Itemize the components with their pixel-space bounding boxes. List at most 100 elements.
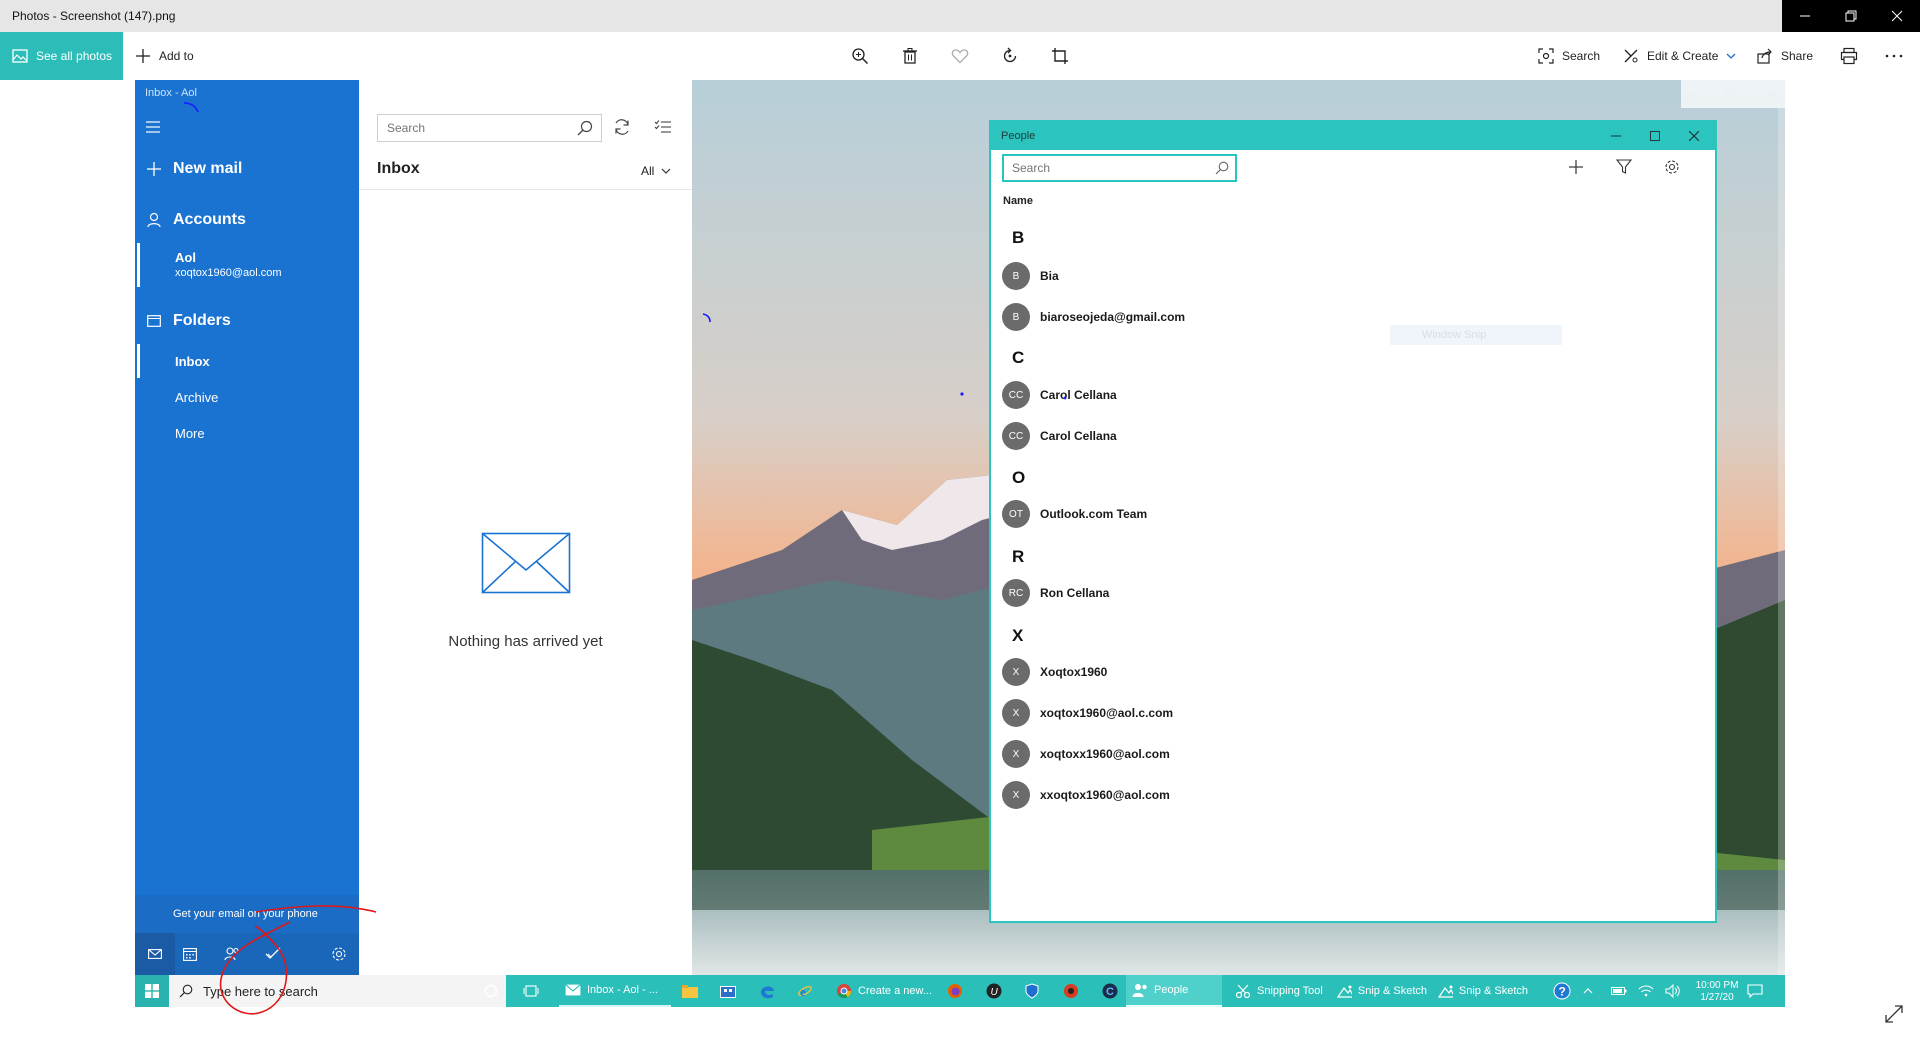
contact-item[interactable]: X xoqtoxx1960@aol.com bbox=[1002, 739, 1170, 769]
restore-button[interactable] bbox=[1828, 0, 1874, 32]
promo-banner[interactable]: Get your email on your phone bbox=[135, 895, 359, 933]
app-c-button[interactable]: C bbox=[1102, 975, 1118, 1007]
help-button[interactable]: ? bbox=[1553, 975, 1571, 1007]
start-button[interactable] bbox=[135, 975, 169, 1007]
nav-calendar-button[interactable] bbox=[183, 947, 197, 961]
add-to-button[interactable]: Add to bbox=[135, 32, 194, 80]
window-snip-hint: Window Snip bbox=[1390, 325, 1562, 345]
rotate-icon bbox=[1003, 47, 1017, 63]
taskbar-snipping-tool[interactable]: Snipping Tool bbox=[1229, 975, 1325, 1007]
sync-button[interactable] bbox=[613, 118, 631, 136]
accounts-label: Accounts bbox=[173, 211, 246, 228]
folder-archive[interactable]: Archive bbox=[175, 390, 218, 405]
minimize-button[interactable] bbox=[1782, 0, 1828, 32]
minimize-icon bbox=[1800, 15, 1810, 17]
contact-item[interactable]: X xxoqtox1960@aol.com bbox=[1002, 780, 1170, 810]
contact-item[interactable]: RC Ron Cellana bbox=[1002, 578, 1109, 608]
edge-button[interactable] bbox=[759, 975, 775, 1007]
filter-icon[interactable] bbox=[1616, 159, 1632, 175]
close-button[interactable] bbox=[1874, 0, 1920, 32]
calendar-icon bbox=[183, 948, 197, 961]
search-button[interactable]: Search bbox=[1538, 32, 1600, 80]
firefox-button[interactable] bbox=[947, 975, 963, 1007]
app-red-button[interactable] bbox=[1063, 975, 1079, 1007]
cortana-button[interactable] bbox=[484, 975, 498, 1007]
background-window-strip bbox=[1681, 80, 1785, 108]
nav-mail-button[interactable] bbox=[135, 933, 175, 975]
search-icon bbox=[577, 120, 593, 136]
show-hidden-icons-button[interactable] bbox=[1583, 975, 1593, 1007]
hamburger-button[interactable] bbox=[145, 116, 173, 138]
more-options-button[interactable] bbox=[1885, 32, 1903, 80]
maximize-icon[interactable] bbox=[1650, 131, 1660, 141]
search-icon bbox=[1215, 161, 1229, 175]
folders-button[interactable]: Folders bbox=[147, 312, 231, 330]
contact-item[interactable]: B Bia bbox=[1002, 261, 1059, 291]
filter-dropdown[interactable]: All bbox=[641, 164, 671, 178]
contact-item[interactable]: X Xoqtox1960 bbox=[1002, 657, 1107, 687]
gear-icon[interactable] bbox=[1664, 159, 1680, 175]
taskbar-snip-sketch-1[interactable]: Snip & Sketch bbox=[1331, 975, 1427, 1007]
clock[interactable]: 10:00 PM 1/27/20 bbox=[1692, 975, 1742, 1007]
taskbar-snip-sketch-2[interactable]: Snip & Sketch bbox=[1432, 975, 1528, 1007]
delete-button[interactable] bbox=[901, 32, 919, 80]
minimize-icon[interactable] bbox=[1611, 131, 1621, 141]
window-title: Photos - Screenshot (147).png bbox=[12, 9, 176, 23]
defender-button[interactable] bbox=[1024, 975, 1040, 1007]
crop-button[interactable] bbox=[1051, 32, 1069, 80]
close-icon[interactable] bbox=[1689, 131, 1699, 141]
action-center-button[interactable] bbox=[1747, 975, 1763, 1007]
contact-item[interactable]: CC Carol Cellana bbox=[1002, 421, 1117, 451]
store-button[interactable] bbox=[720, 975, 736, 1007]
ie-button[interactable]: e bbox=[797, 975, 813, 1007]
contact-item[interactable]: CC Carol Cellana bbox=[1002, 380, 1117, 410]
app-u-button[interactable]: U bbox=[986, 975, 1002, 1007]
share-button[interactable]: Share bbox=[1757, 32, 1813, 80]
selection-mode-button[interactable] bbox=[654, 119, 672, 135]
accounts-button[interactable]: Accounts bbox=[147, 211, 246, 229]
snip-sketch-icon bbox=[1438, 985, 1453, 998]
taskbar-chrome-app[interactable]: Create a new... bbox=[830, 975, 942, 1007]
see-all-photos-button[interactable]: See all photos bbox=[0, 32, 123, 80]
folders-label: Folders bbox=[173, 312, 231, 329]
new-mail-button[interactable]: New mail bbox=[147, 160, 242, 178]
contact-item[interactable]: X xoqtox1960@aol.c.com bbox=[1002, 698, 1173, 728]
account-email: xoqtox1960@aol.com bbox=[175, 267, 282, 279]
group-letter: C bbox=[1012, 348, 1025, 367]
avatar: RC bbox=[1002, 579, 1030, 607]
app-c-icon: C bbox=[1102, 983, 1118, 999]
avatar: CC bbox=[1002, 422, 1030, 450]
favorite-button[interactable] bbox=[951, 32, 969, 80]
contact-item[interactable]: B biaroseojeda@gmail.com bbox=[1002, 302, 1185, 332]
contact-name: Bia bbox=[1040, 269, 1059, 283]
taskbar-mail-app[interactable]: Inbox - Aol - ... bbox=[559, 975, 671, 1007]
people-search-input[interactable] bbox=[1004, 156, 1204, 180]
people-search-box[interactable] bbox=[1002, 154, 1237, 182]
edit-create-button[interactable]: Edit & Create bbox=[1623, 32, 1736, 80]
nav-people-button[interactable] bbox=[224, 947, 240, 961]
nav-todo-button[interactable] bbox=[265, 947, 281, 961]
zoom-button[interactable] bbox=[851, 32, 869, 80]
folder-inbox[interactable]: Inbox bbox=[175, 354, 210, 369]
wifi-button[interactable] bbox=[1638, 975, 1654, 1007]
battery-button[interactable] bbox=[1611, 975, 1627, 1007]
taskbar-people-app[interactable]: People bbox=[1126, 975, 1222, 1007]
mail-search-box[interactable] bbox=[377, 114, 602, 142]
contact-name: xoqtoxx1960@aol.com bbox=[1040, 747, 1170, 761]
folder-more[interactable]: More bbox=[175, 426, 205, 441]
mail-message-list: Inbox All Nothing has arrived yet bbox=[359, 80, 692, 975]
people-window: People Name B B Bia B biaroseojeda@gmail… bbox=[989, 120, 1717, 923]
print-button[interactable] bbox=[1840, 32, 1858, 80]
volume-button[interactable] bbox=[1665, 975, 1681, 1007]
mail-search-input[interactable] bbox=[378, 115, 563, 141]
fullscreen-icon[interactable] bbox=[1884, 1004, 1904, 1024]
taskbar-search-box[interactable]: Type here to search bbox=[169, 975, 506, 1007]
add-contact-icon[interactable] bbox=[1568, 159, 1584, 175]
contact-item[interactable]: OT Outlook.com Team bbox=[1002, 499, 1147, 529]
account-aol[interactable]: Aol xoqtox1960@aol.com bbox=[175, 250, 282, 279]
task-view-button[interactable] bbox=[523, 975, 539, 1007]
nav-settings-button[interactable] bbox=[331, 946, 347, 962]
rotate-button[interactable] bbox=[1001, 32, 1019, 80]
file-explorer-button[interactable] bbox=[682, 975, 698, 1007]
taskbar-chrome-label: Create a new... bbox=[858, 985, 932, 997]
